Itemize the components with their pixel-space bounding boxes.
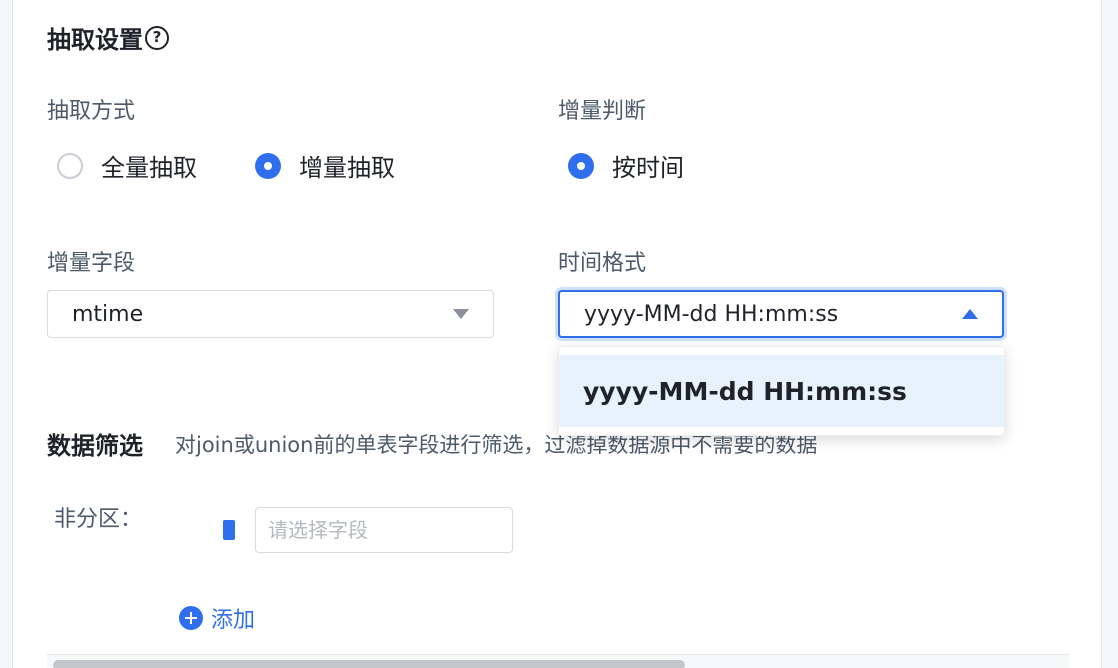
radio-checked-icon[interactable] xyxy=(568,152,594,179)
section-title-extract: 抽取设置 xyxy=(47,26,143,54)
radio-full-extract-label: 全量抽取 xyxy=(101,154,197,182)
drag-handle-icon[interactable] xyxy=(223,520,235,540)
incremental-field-label: 增量字段 xyxy=(47,251,136,276)
add-filter-label: 添加 xyxy=(211,608,256,633)
radio-by-time-label: 按时间 xyxy=(612,154,684,182)
caret-up-icon xyxy=(962,309,978,319)
question-circle-icon[interactable]: ? xyxy=(145,25,169,50)
add-filter-button[interactable]: 添加 xyxy=(179,602,255,634)
plus-circle-icon xyxy=(179,606,203,630)
time-format-dropdown: yyyy-MM-dd HH:mm:ss xyxy=(558,346,1005,436)
radio-checked-icon[interactable] xyxy=(255,152,281,179)
incremental-judgement-label: 增量判断 xyxy=(558,99,647,124)
radio-incremental-extract[interactable]: 增量抽取 xyxy=(255,148,395,183)
radio-full-extract[interactable]: 全量抽取 xyxy=(57,148,197,183)
incremental-field-value: mtime xyxy=(72,301,144,327)
radio-by-time[interactable]: 按时间 xyxy=(568,148,684,183)
section-title-data-filter: 数据筛选 xyxy=(47,432,143,460)
time-format-value: yyyy-MM-dd HH:mm:ss xyxy=(584,301,839,327)
horizontal-scrollbar[interactable] xyxy=(53,660,685,668)
radio-unchecked-icon[interactable] xyxy=(57,152,83,179)
caret-down-icon xyxy=(453,309,469,319)
radio-incremental-extract-label: 增量抽取 xyxy=(299,154,395,182)
extract-method-label: 抽取方式 xyxy=(47,99,136,124)
non-partition-label: 非分区： xyxy=(54,507,143,532)
dropdown-option[interactable]: yyyy-MM-dd HH:mm:ss xyxy=(559,355,1004,427)
extract-settings-header: 抽取设置 ? xyxy=(47,20,169,55)
time-format-label: 时间格式 xyxy=(558,251,647,276)
incremental-field-select[interactable]: mtime xyxy=(47,290,494,338)
settings-panel: 抽取设置 ? 抽取方式 全量抽取 增量抽取 增量判断 按时间 增量字段 mtim… xyxy=(12,0,1102,668)
time-format-select[interactable]: yyyy-MM-dd HH:mm:ss xyxy=(558,290,1004,338)
filter-field-input[interactable] xyxy=(255,507,513,553)
